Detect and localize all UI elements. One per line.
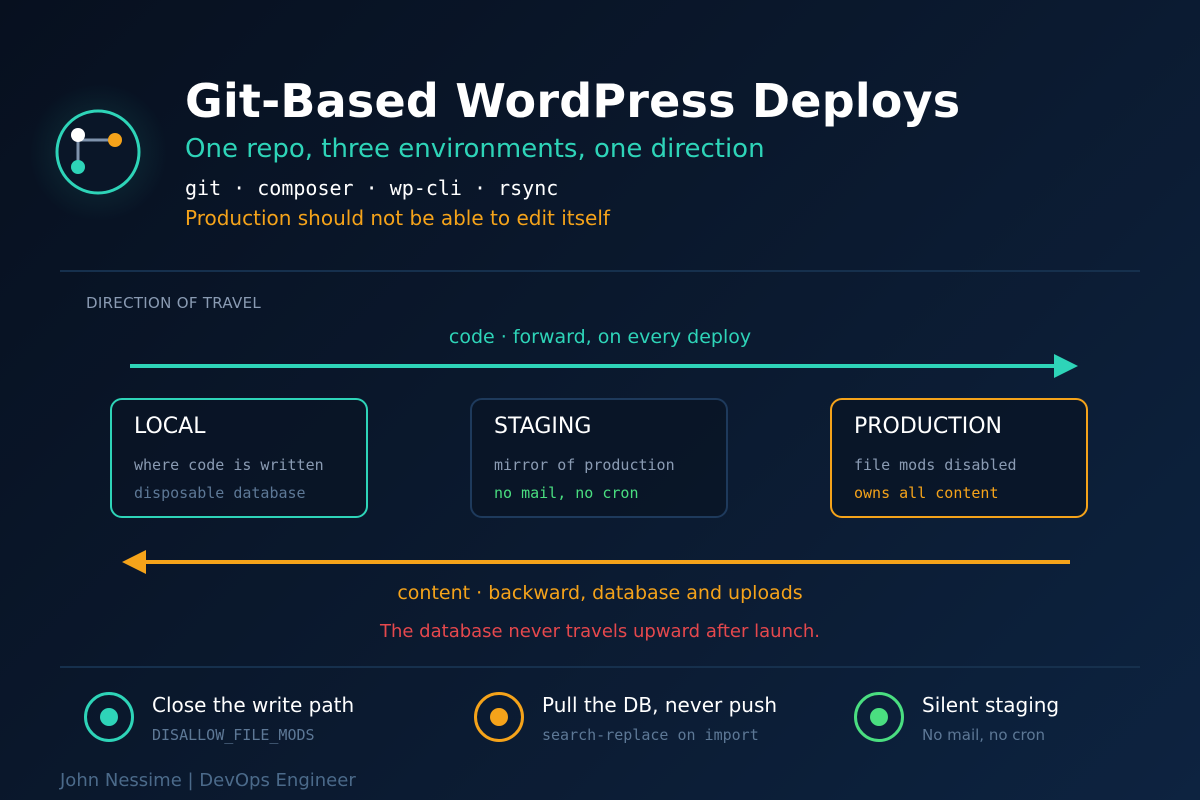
content-arrowhead-left xyxy=(122,550,146,574)
principle-title: Close the write path xyxy=(152,693,355,717)
bottom-divider xyxy=(60,666,1140,668)
section-label: DIRECTION OF TRAVEL xyxy=(86,294,262,312)
env-detail: file mods disabled xyxy=(854,456,1017,474)
principle-subtitle: No mail, no cron xyxy=(922,726,1046,744)
git-branch-logo-icon xyxy=(55,109,141,195)
env-detail: where code is written xyxy=(134,456,324,474)
principle-close-write-path: Close the write path DISALLOW_FILE_MODS xyxy=(82,690,442,746)
env-box-production: PRODUCTION file mods disabled owns all c… xyxy=(830,398,1088,518)
page-title: Git-Based WordPress Deploys xyxy=(185,74,961,128)
author-credit: John Nessime | DevOps Engineer xyxy=(60,770,356,791)
tool-list: git · composer · wp-cli · rsync xyxy=(185,176,559,200)
code-flow-caption: code · forward, on every deploy xyxy=(448,326,752,348)
principle-subtitle: DISALLOW_FILE_MODS xyxy=(152,726,315,744)
principle-title: Pull the DB, never push xyxy=(542,693,778,717)
env-name: STAGING xyxy=(494,414,592,439)
database-warning: The database never travels upward after … xyxy=(379,621,820,642)
teal-target-icon xyxy=(84,692,134,742)
page-subtitle: One repo, three environments, one direct… xyxy=(185,134,765,164)
env-name: PRODUCTION xyxy=(854,414,1002,439)
env-box-staging: STAGING mirror of production no mail, no… xyxy=(470,398,728,518)
green-target-icon xyxy=(854,692,904,742)
content-flow-caption: content · backward, database and uploads xyxy=(397,582,803,604)
env-detail: mirror of production xyxy=(494,456,675,474)
principle-subtitle: search-replace on import xyxy=(542,726,759,744)
orange-target-icon xyxy=(474,692,524,742)
env-detail: owns all content xyxy=(854,484,999,502)
principle-title: Silent staging xyxy=(922,693,1060,717)
principle-pull-db: Pull the DB, never push search-replace o… xyxy=(472,690,832,746)
env-name: LOCAL xyxy=(134,414,206,439)
code-arrowhead-right xyxy=(1054,354,1078,378)
env-detail: no mail, no cron xyxy=(494,484,639,502)
header-warning: Production should not be able to edit it… xyxy=(185,206,610,230)
env-box-local: LOCAL where code is written disposable d… xyxy=(110,398,368,518)
principle-silent-staging: Silent staging No mail, no cron xyxy=(852,690,1200,746)
top-divider xyxy=(60,270,1140,272)
env-detail: disposable database xyxy=(134,484,306,502)
